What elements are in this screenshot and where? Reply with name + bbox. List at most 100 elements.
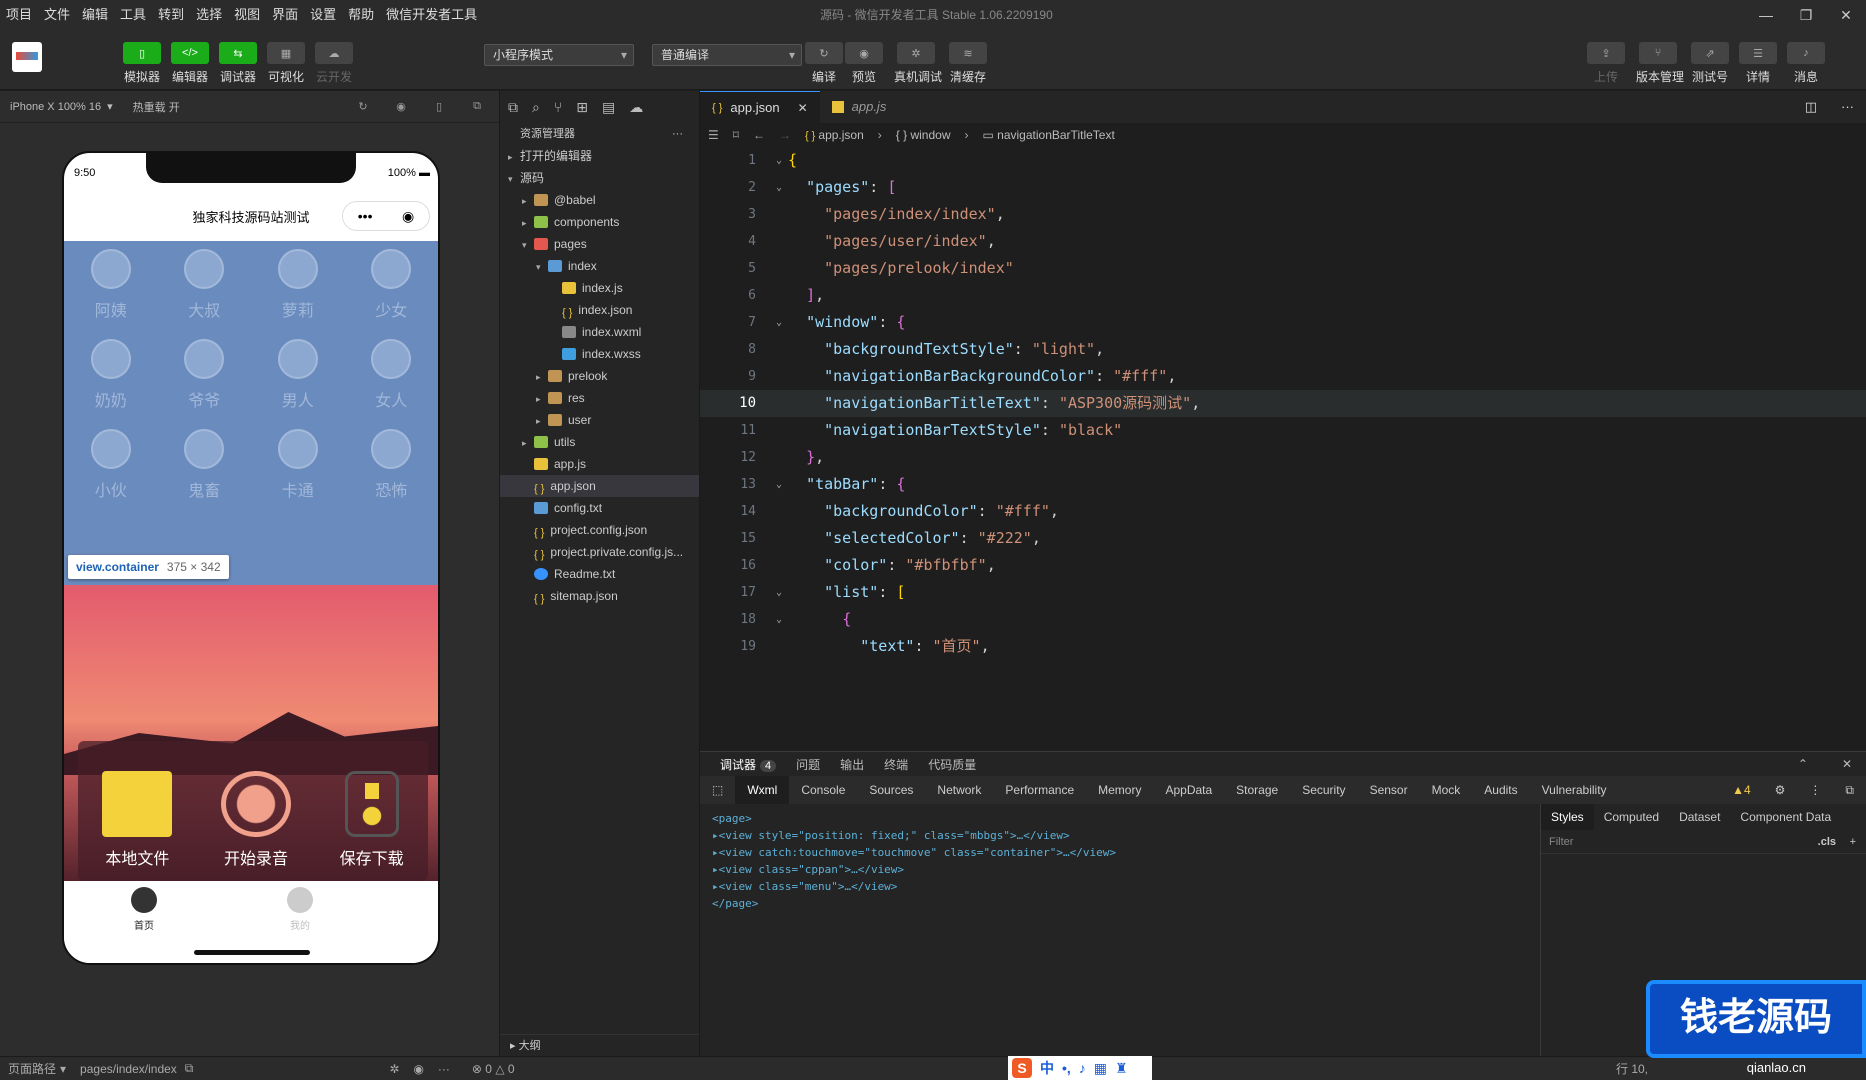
fold-icon[interactable]: ⌄ xyxy=(776,309,782,336)
menu-item[interactable]: 工具 xyxy=(114,0,152,30)
devtools-tab[interactable]: Wxml xyxy=(735,776,790,804)
fold-icon[interactable]: ⌄ xyxy=(776,147,782,174)
devtools-top-tab[interactable]: 问题 xyxy=(796,756,820,773)
menu-item[interactable]: 视图 xyxy=(228,0,266,30)
devtools-tab[interactable]: Sources xyxy=(857,776,925,804)
devtools-tab[interactable]: Performance xyxy=(993,776,1086,804)
more-icon[interactable]: ··· xyxy=(438,1062,450,1076)
problems-count[interactable]: ⊗ 0 △ 0 xyxy=(472,1062,515,1076)
bug-icon[interactable]: ✲ xyxy=(389,1062,399,1076)
breadcrumb-key[interactable]: ▭ navigationBarTitleText xyxy=(983,123,1115,147)
debugger-button[interactable]: ⇆ 调试器 xyxy=(216,42,260,85)
visual-button[interactable]: ▦ 可视化 xyxy=(264,42,308,85)
devtools-tab[interactable]: Network xyxy=(925,776,993,804)
wxml-node[interactable]: ▸<view class="menu">…</view> xyxy=(712,878,1528,895)
ime-chinese-icon[interactable]: 中 xyxy=(1040,1058,1054,1078)
phone-icon[interactable]: ▯ xyxy=(427,100,451,113)
ime-punct-icon[interactable]: •, xyxy=(1062,1060,1071,1076)
devtools-tab[interactable]: Security xyxy=(1290,776,1357,804)
tree-folder[interactable]: ▾ index xyxy=(500,255,699,277)
outline-section[interactable]: ▸ 大纲 xyxy=(500,1034,699,1056)
capsule-button[interactable]: ••• ◉ xyxy=(342,201,430,231)
tree-file[interactable]: { } project.private.config.js... xyxy=(500,541,699,563)
more-icon[interactable]: ••• xyxy=(358,208,373,224)
more-icon[interactable]: ··· xyxy=(672,123,683,145)
wxml-node[interactable]: <page> xyxy=(712,810,1528,827)
details-button[interactable]: ☰ 详情 xyxy=(1736,42,1780,85)
tree-folder[interactable]: ▸ prelook xyxy=(500,365,699,387)
source-control-icon[interactable]: ⑂ xyxy=(554,99,562,115)
tree-folder[interactable]: ▸ @babel xyxy=(500,189,699,211)
wxml-tree[interactable]: <page> ▸<view style="position: fixed;" cl… xyxy=(700,804,1540,1057)
eye-icon[interactable]: ◉ xyxy=(413,1062,423,1076)
tab-app-js[interactable]: app.js xyxy=(820,91,899,123)
messages-button[interactable]: ♪ 消息 xyxy=(1784,42,1828,85)
mode-select[interactable]: 小程序模式 xyxy=(484,44,634,66)
menu-item[interactable]: 界面 xyxy=(266,0,304,30)
root-folder[interactable]: ▾ 源码 xyxy=(500,167,699,189)
back-icon[interactable]: ← xyxy=(753,123,765,147)
real-debug-button[interactable]: ✲ 真机调试 xyxy=(894,42,942,85)
tree-file[interactable]: index.js xyxy=(500,277,699,299)
tab-home[interactable]: 首页 xyxy=(114,887,174,932)
upload-button[interactable]: ⇪ 上传 xyxy=(1584,42,1628,85)
open-editors-section[interactable]: ▸ 打开的编辑器 xyxy=(500,145,699,167)
styles-tab[interactable]: Component Data xyxy=(1730,804,1841,830)
close-icon[interactable]: ✕ xyxy=(798,92,808,124)
list-icon[interactable]: ☰ xyxy=(708,123,719,147)
tree-file[interactable]: config.txt xyxy=(500,497,699,519)
menu-item[interactable]: 微信开发者工具 xyxy=(380,0,483,30)
forward-icon[interactable]: → xyxy=(779,123,791,147)
warning-count[interactable]: ▲4 xyxy=(1720,776,1763,804)
menu-item[interactable]: 编辑 xyxy=(76,0,114,30)
page-path-label[interactable]: 页面路径 xyxy=(8,1060,56,1077)
tree-folder[interactable]: ▾ pages xyxy=(500,233,699,255)
code-line[interactable]: 7 ⌄ "window": { xyxy=(700,309,1866,336)
tree-file[interactable]: { } index.json xyxy=(500,299,699,321)
compile-select[interactable]: 普通编译 xyxy=(652,44,802,66)
device-select[interactable]: iPhone X 100% 16 xyxy=(10,101,101,113)
devtools-tab[interactable]: Sensor xyxy=(1358,776,1420,804)
more-icon[interactable]: ⋮ xyxy=(1797,776,1833,804)
wxml-node[interactable]: ▸<view class="cppan">…</view> xyxy=(712,861,1528,878)
tree-folder[interactable]: ▸ components xyxy=(500,211,699,233)
local-file-button[interactable]: 本地文件 xyxy=(102,771,173,869)
editor-button[interactable]: </> 编辑器 xyxy=(168,42,212,85)
wxml-node[interactable]: ▸<view catch:touchmove="touchmove" class… xyxy=(712,844,1528,861)
code-line[interactable]: 17 ⌄ "list": [ xyxy=(700,579,1866,606)
keyboard-icon[interactable]: ▦ xyxy=(1094,1060,1107,1077)
menu-item[interactable]: 选择 xyxy=(190,0,228,30)
code-line[interactable]: 10 "navigationBarTitleText": "ASP300源码测试… xyxy=(700,390,1866,417)
menu-item[interactable]: 转到 xyxy=(152,0,190,30)
devtools-tab[interactable]: Storage xyxy=(1224,776,1290,804)
save-download-button[interactable]: 保存下载 xyxy=(340,771,404,869)
tab-app-json[interactable]: { } app.json ✕ xyxy=(700,91,820,123)
wxml-node[interactable]: </page> xyxy=(712,895,1528,912)
cursor-position[interactable]: 行 10, xyxy=(1616,1060,1648,1077)
add-icon[interactable]: + xyxy=(1850,830,1856,854)
styles-tab[interactable]: Dataset xyxy=(1669,804,1730,830)
styles-tab[interactable]: Styles xyxy=(1541,804,1594,830)
fold-icon[interactable]: ⌄ xyxy=(776,471,782,498)
more-icon[interactable]: ··· xyxy=(1829,91,1866,123)
fold-icon[interactable]: ⌄ xyxy=(776,174,782,201)
code-line[interactable]: 4 "pages/user/index", xyxy=(700,228,1866,255)
devtools-tab[interactable]: Audits xyxy=(1472,776,1529,804)
code-line[interactable]: 18 ⌄ { xyxy=(700,606,1866,633)
restore-icon[interactable]: ❐ xyxy=(1786,0,1826,30)
test-id-button[interactable]: ⇗ 测试号 xyxy=(1688,42,1732,85)
popout-icon[interactable]: ⧉ xyxy=(465,100,489,113)
simulator-button[interactable]: ▯ 模拟器 xyxy=(120,42,164,85)
tree-file[interactable]: app.js xyxy=(500,453,699,475)
files-icon[interactable]: ⧉ xyxy=(508,99,518,116)
close-window-icon[interactable]: ✕ xyxy=(1826,0,1866,30)
version-button[interactable]: ⑂ 版本管理 xyxy=(1636,42,1684,85)
close-icon[interactable]: ✕ xyxy=(1842,757,1852,771)
menu-item[interactable]: 设置 xyxy=(304,0,342,30)
compile-button[interactable]: ↻ 编译 xyxy=(802,42,846,85)
record-button[interactable]: 开始录音 xyxy=(220,771,291,869)
extensions-icon[interactable]: ⊞ xyxy=(576,99,588,116)
tree-file[interactable]: Readme.txt xyxy=(500,563,699,585)
code-line[interactable]: 9 "navigationBarBackgroundColor": "#fff"… xyxy=(700,363,1866,390)
copy-icon[interactable]: ⧉ xyxy=(185,1061,194,1076)
